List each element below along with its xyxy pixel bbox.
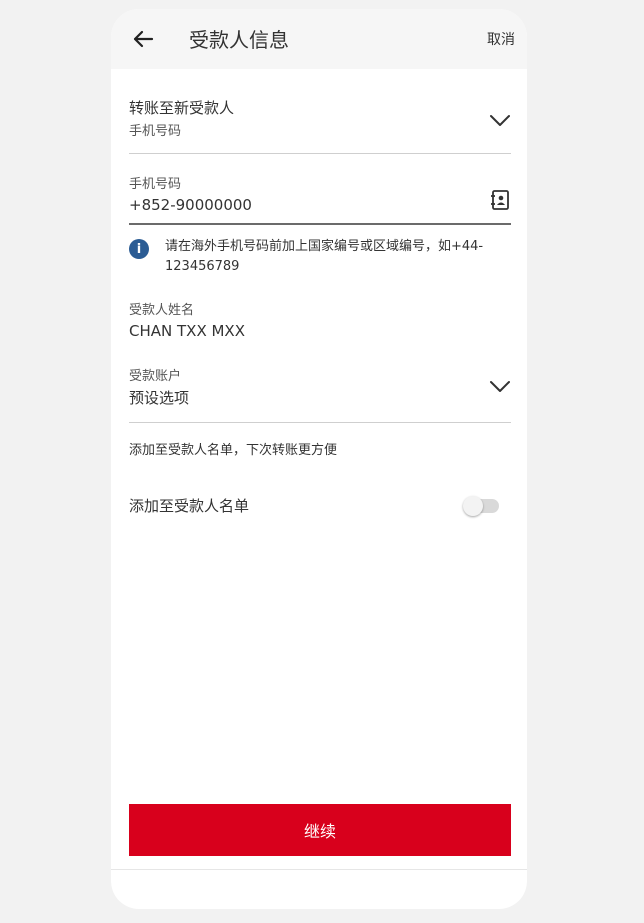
cancel-button[interactable]: 取消 — [487, 29, 515, 49]
transfer-type-label: 转账至新受款人 — [129, 99, 235, 117]
divider — [129, 153, 511, 154]
transfer-type-select[interactable]: 转账至新受款人 手机号码 — [129, 97, 511, 153]
back-button[interactable] — [129, 25, 157, 53]
contacts-book-icon[interactable] — [489, 189, 511, 211]
phone-screen: 受款人信息 取消 转账至新受款人 手机号码 手机号码 +852-90000000 — [111, 9, 527, 909]
page-title: 受款人信息 — [189, 28, 289, 52]
account-select[interactable]: 受款账户 预设选项 — [129, 365, 511, 413]
add-payee-row: 添加至受款人名单 — [129, 495, 511, 519]
add-payee-hint: 添加至受款人名单，下次转账更方便 — [129, 443, 338, 458]
divider — [129, 422, 511, 423]
chevron-down-icon — [490, 115, 510, 126]
info-text: 请在海外手机号码前加上国家编号或区域编号，如+44-123456789 — [165, 239, 484, 274]
account-value: 预设选项 — [129, 389, 190, 407]
transfer-type-sublabel: 手机号码 — [129, 124, 182, 139]
info-icon: i — [129, 239, 149, 259]
continue-button[interactable]: 继续 — [129, 804, 511, 856]
phone-label: 手机号码 — [129, 177, 182, 192]
divider — [129, 223, 511, 225]
toggle-knob — [463, 496, 483, 516]
divider — [111, 869, 527, 870]
account-label: 受款账户 — [129, 369, 182, 384]
add-payee-label: 添加至受款人名单 — [129, 497, 250, 515]
arrow-left-icon — [133, 30, 154, 48]
payee-name-field[interactable]: 受款人姓名 CHAN TXX MXX — [129, 299, 511, 343]
phone-value: +852-90000000 — [129, 196, 252, 214]
chevron-down-icon — [490, 381, 510, 392]
top-bar: 受款人信息 取消 — [111, 9, 527, 69]
phone-field[interactable]: 手机号码 +852-90000000 — [129, 173, 511, 219]
add-payee-toggle[interactable] — [463, 496, 499, 516]
payee-name-value: CHAN TXX MXX — [129, 322, 245, 340]
payee-name-label: 受款人姓名 — [129, 303, 195, 318]
